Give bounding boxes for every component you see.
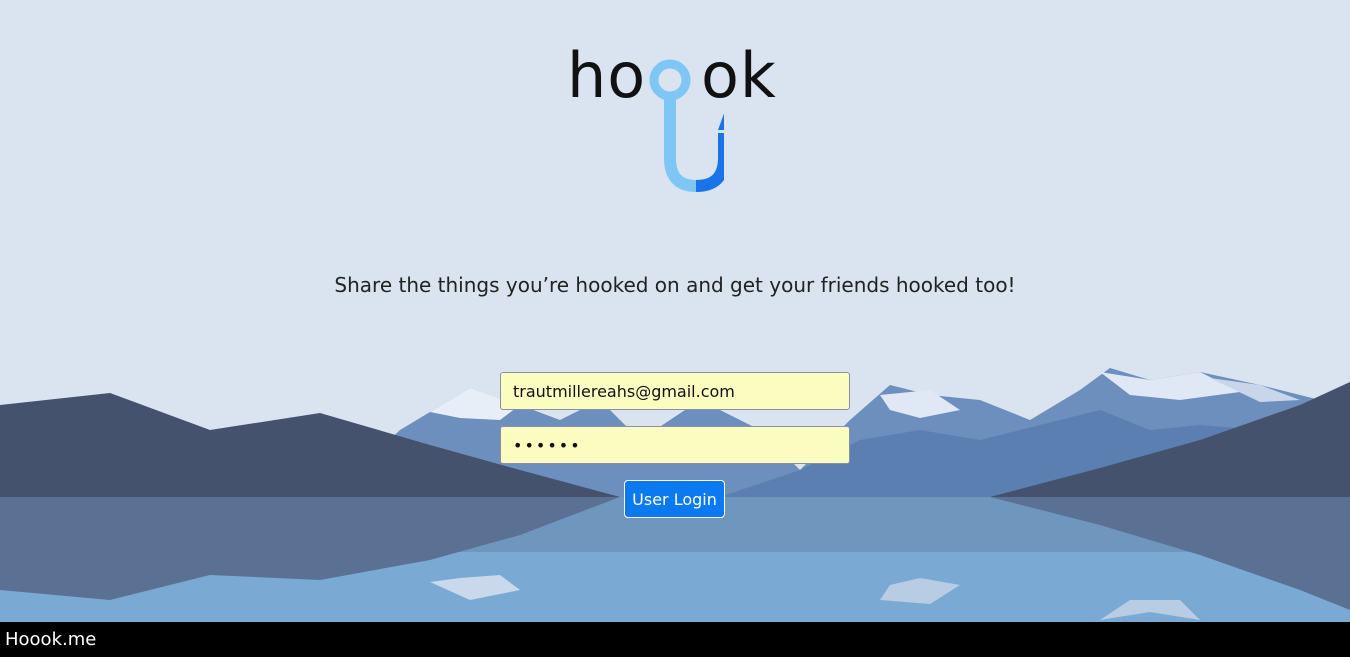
hoook-logo: ho ok: [560, 38, 780, 198]
footer-site-name: Hoook.me: [5, 629, 97, 650]
user-login-button[interactable]: User Login: [624, 480, 725, 518]
login-page: ho ok Share the things you’re hooked on …: [0, 0, 1350, 657]
password-field[interactable]: [500, 426, 850, 464]
logo-text-left: ho: [567, 39, 647, 112]
tagline: Share the things you’re hooked on and ge…: [334, 273, 1016, 297]
footer-bar: Hoook.me: [0, 622, 1350, 657]
email-field[interactable]: [500, 372, 850, 410]
logo-text-right: ok: [701, 39, 777, 112]
